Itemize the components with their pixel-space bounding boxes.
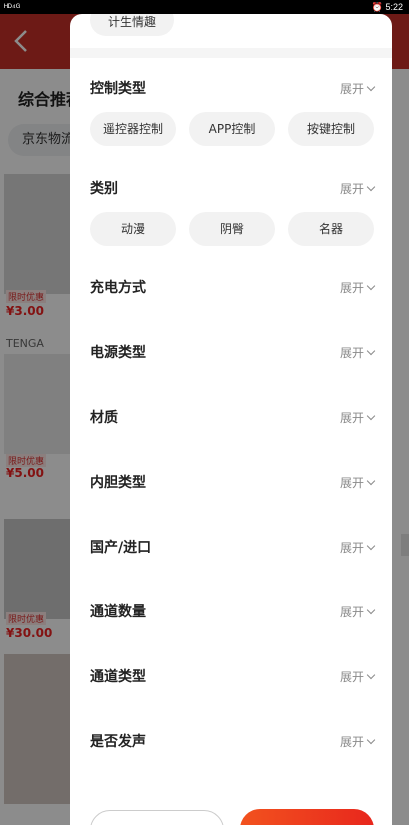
expand-label: 展开 [339, 182, 364, 196]
expand-label: 展开 [339, 82, 364, 96]
filter-section-channel-type: 通道类型 展开 [70, 660, 392, 692]
filter-section-control-type: 控制类型 展开 [70, 72, 392, 104]
filter-section-sound: 是否发声 展开 [70, 725, 392, 757]
section-title: 通道类型 [90, 669, 146, 685]
filter-panel: 计生情趣 控制类型 展开 遥控器控制 APP控制 按键控制 类别 展开 动漫 阴… [70, 14, 392, 825]
section-title: 是否发声 [90, 734, 146, 750]
confirm-button[interactable] [240, 809, 374, 825]
status-bar: ᴴᴰ⁴ᴳ ⏰ 5:22 [0, 0, 409, 14]
section-title: 国产/进口 [90, 540, 152, 556]
section-divider [70, 48, 392, 58]
expand-label: 展开 [339, 735, 364, 749]
expand-toggle[interactable]: 展开 [339, 539, 376, 556]
filter-chip[interactable]: 遥控器控制 [90, 112, 176, 146]
filter-chip[interactable]: 动漫 [90, 212, 176, 246]
expand-label: 展开 [339, 346, 364, 360]
chip-group: 动漫 阴臀 名器 [90, 212, 374, 246]
expand-label: 展开 [339, 541, 364, 555]
section-title: 电源类型 [90, 345, 146, 361]
filter-chip[interactable]: 按键控制 [288, 112, 374, 146]
section-title: 充电方式 [90, 280, 146, 296]
chevron-down-icon [366, 411, 376, 421]
panel-footer [70, 804, 392, 825]
chevron-down-icon [366, 346, 376, 356]
section-title: 材质 [90, 410, 118, 426]
expand-toggle[interactable]: 展开 [339, 474, 376, 491]
chevron-down-icon [366, 182, 376, 192]
filter-section-liner: 内胆类型 展开 [70, 466, 392, 498]
signal-indicator: ᴴᴰ⁴ᴳ [4, 2, 21, 12]
section-title: 通道数量 [90, 604, 146, 620]
filter-chip[interactable]: 名器 [288, 212, 374, 246]
section-title: 类别 [90, 181, 118, 197]
section-title: 控制类型 [90, 81, 146, 97]
filter-chip[interactable]: 计生情趣 [90, 14, 174, 36]
filter-section-origin: 国产/进口 展开 [70, 531, 392, 563]
chip-group: 遥控器控制 APP控制 按键控制 [90, 112, 374, 146]
expand-toggle[interactable]: 展开 [339, 344, 376, 361]
expand-toggle[interactable]: 展开 [339, 668, 376, 685]
chevron-down-icon [366, 476, 376, 486]
filter-section-power: 电源类型 展开 [70, 336, 392, 368]
filter-section-material: 材质 展开 [70, 401, 392, 433]
section-title: 内胆类型 [90, 475, 146, 491]
filter-section-channel-count: 通道数量 展开 [70, 595, 392, 627]
clock: ⏰ 5:22 [371, 2, 403, 12]
filter-chip[interactable]: APP控制 [189, 112, 275, 146]
expand-toggle[interactable]: 展开 [339, 180, 376, 197]
filter-section-category: 类别 展开 [70, 172, 392, 204]
chevron-down-icon [366, 735, 376, 745]
expand-toggle[interactable]: 展开 [339, 603, 376, 620]
expand-label: 展开 [339, 605, 364, 619]
chevron-down-icon [366, 670, 376, 680]
expand-label: 展开 [339, 670, 364, 684]
chevron-down-icon [366, 605, 376, 615]
expand-label: 展开 [339, 476, 364, 490]
chevron-down-icon [366, 541, 376, 551]
expand-toggle[interactable]: 展开 [339, 80, 376, 97]
expand-label: 展开 [339, 281, 364, 295]
expand-toggle[interactable]: 展开 [339, 409, 376, 426]
filter-section-charging: 充电方式 展开 [70, 271, 392, 303]
expand-label: 展开 [339, 411, 364, 425]
chevron-down-icon [366, 82, 376, 92]
expand-toggle[interactable]: 展开 [339, 279, 376, 296]
chevron-down-icon [366, 281, 376, 291]
reset-button[interactable] [90, 810, 224, 825]
filter-chip[interactable]: 阴臀 [189, 212, 275, 246]
expand-toggle[interactable]: 展开 [339, 733, 376, 750]
